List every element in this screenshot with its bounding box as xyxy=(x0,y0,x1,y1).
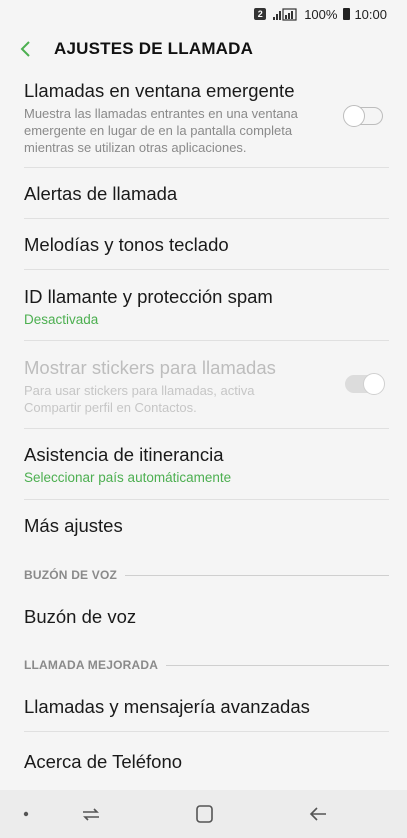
setting-title: Llamadas y mensajería avanzadas xyxy=(24,696,310,717)
battery-percent: 100% xyxy=(304,6,338,22)
setting-title: ID llamante y protección spam xyxy=(24,286,273,307)
setting-call-stickers: Mostrar stickers para llamadas Para usar… xyxy=(24,357,389,416)
stickers-toggle xyxy=(345,373,385,395)
recent-apps-icon[interactable] xyxy=(80,804,102,824)
setting-title: Acerca de Teléfono xyxy=(24,751,183,772)
divider xyxy=(24,218,389,219)
setting-roaming-assist[interactable]: Asistencia de itinerancia Seleccionar pa… xyxy=(24,444,389,485)
toggle-knob xyxy=(343,105,365,127)
dot-icon xyxy=(22,804,44,824)
setting-title: Alertas de llamada xyxy=(24,183,178,204)
setting-about-phone[interactable]: Acerca de Teléfono xyxy=(24,751,389,773)
setting-popup-calls[interactable]: Llamadas en ventana emergente Muestra la… xyxy=(24,80,389,156)
section-label: LLAMADA MEJORADA xyxy=(24,658,159,672)
setting-description: Muestra las llamadas entrantes en una ve… xyxy=(24,106,298,155)
battery-icon xyxy=(343,8,351,20)
section-line xyxy=(125,574,389,576)
setting-advanced-messaging[interactable]: Llamadas y mensajería avanzadas xyxy=(24,696,389,718)
page-title: AJUSTES DE LLAMADA xyxy=(54,39,254,58)
setting-caller-id[interactable]: ID llamante y protección spam Desactivad… xyxy=(24,286,389,327)
divider xyxy=(24,269,389,270)
section-line xyxy=(166,664,389,666)
toggle-knob xyxy=(363,373,385,395)
setting-voicemail[interactable]: Buzón de voz xyxy=(24,606,389,628)
setting-title: Mostrar stickers para llamadas xyxy=(24,357,276,378)
clock: 10:00 xyxy=(354,6,387,22)
signal-icon xyxy=(273,7,297,21)
setting-title: Llamadas en ventana emergente xyxy=(24,80,295,101)
back-icon[interactable] xyxy=(308,804,330,824)
sim-badge: 2 xyxy=(254,8,267,20)
chevron-left-icon[interactable] xyxy=(18,40,32,58)
setting-description: Para usar stickers para llamadas, activa… xyxy=(24,383,255,415)
setting-more[interactable]: Más ajustes xyxy=(24,515,389,537)
home-icon[interactable] xyxy=(194,804,216,824)
app-header: AJUSTES DE LLAMADA xyxy=(0,28,407,70)
divider xyxy=(24,731,389,732)
setting-title: Más ajustes xyxy=(24,515,123,536)
setting-call-alerts[interactable]: Alertas de llamada xyxy=(24,183,389,205)
status-bar: 2 100% 10:00 xyxy=(0,0,407,28)
setting-status: Seleccionar país automáticamente xyxy=(24,470,232,485)
setting-title: Buzón de voz xyxy=(24,606,137,627)
section-label: BUZÓN DE VOZ xyxy=(24,568,118,582)
setting-ringtones[interactable]: Melodías y tonos teclado xyxy=(24,234,389,256)
divider xyxy=(24,428,389,429)
setting-title: Melodías y tonos teclado xyxy=(24,234,229,255)
setting-status: Desactivada xyxy=(24,312,99,327)
section-header-voicemail: BUZÓN DE VOZ xyxy=(24,568,389,582)
divider xyxy=(24,499,389,500)
navigation-bar xyxy=(0,790,407,838)
divider xyxy=(24,167,389,168)
section-header-enhanced-call: LLAMADA MEJORADA xyxy=(24,658,389,672)
setting-title: Asistencia de itinerancia xyxy=(24,444,224,465)
divider xyxy=(24,340,389,341)
popup-calls-toggle[interactable] xyxy=(343,105,383,127)
